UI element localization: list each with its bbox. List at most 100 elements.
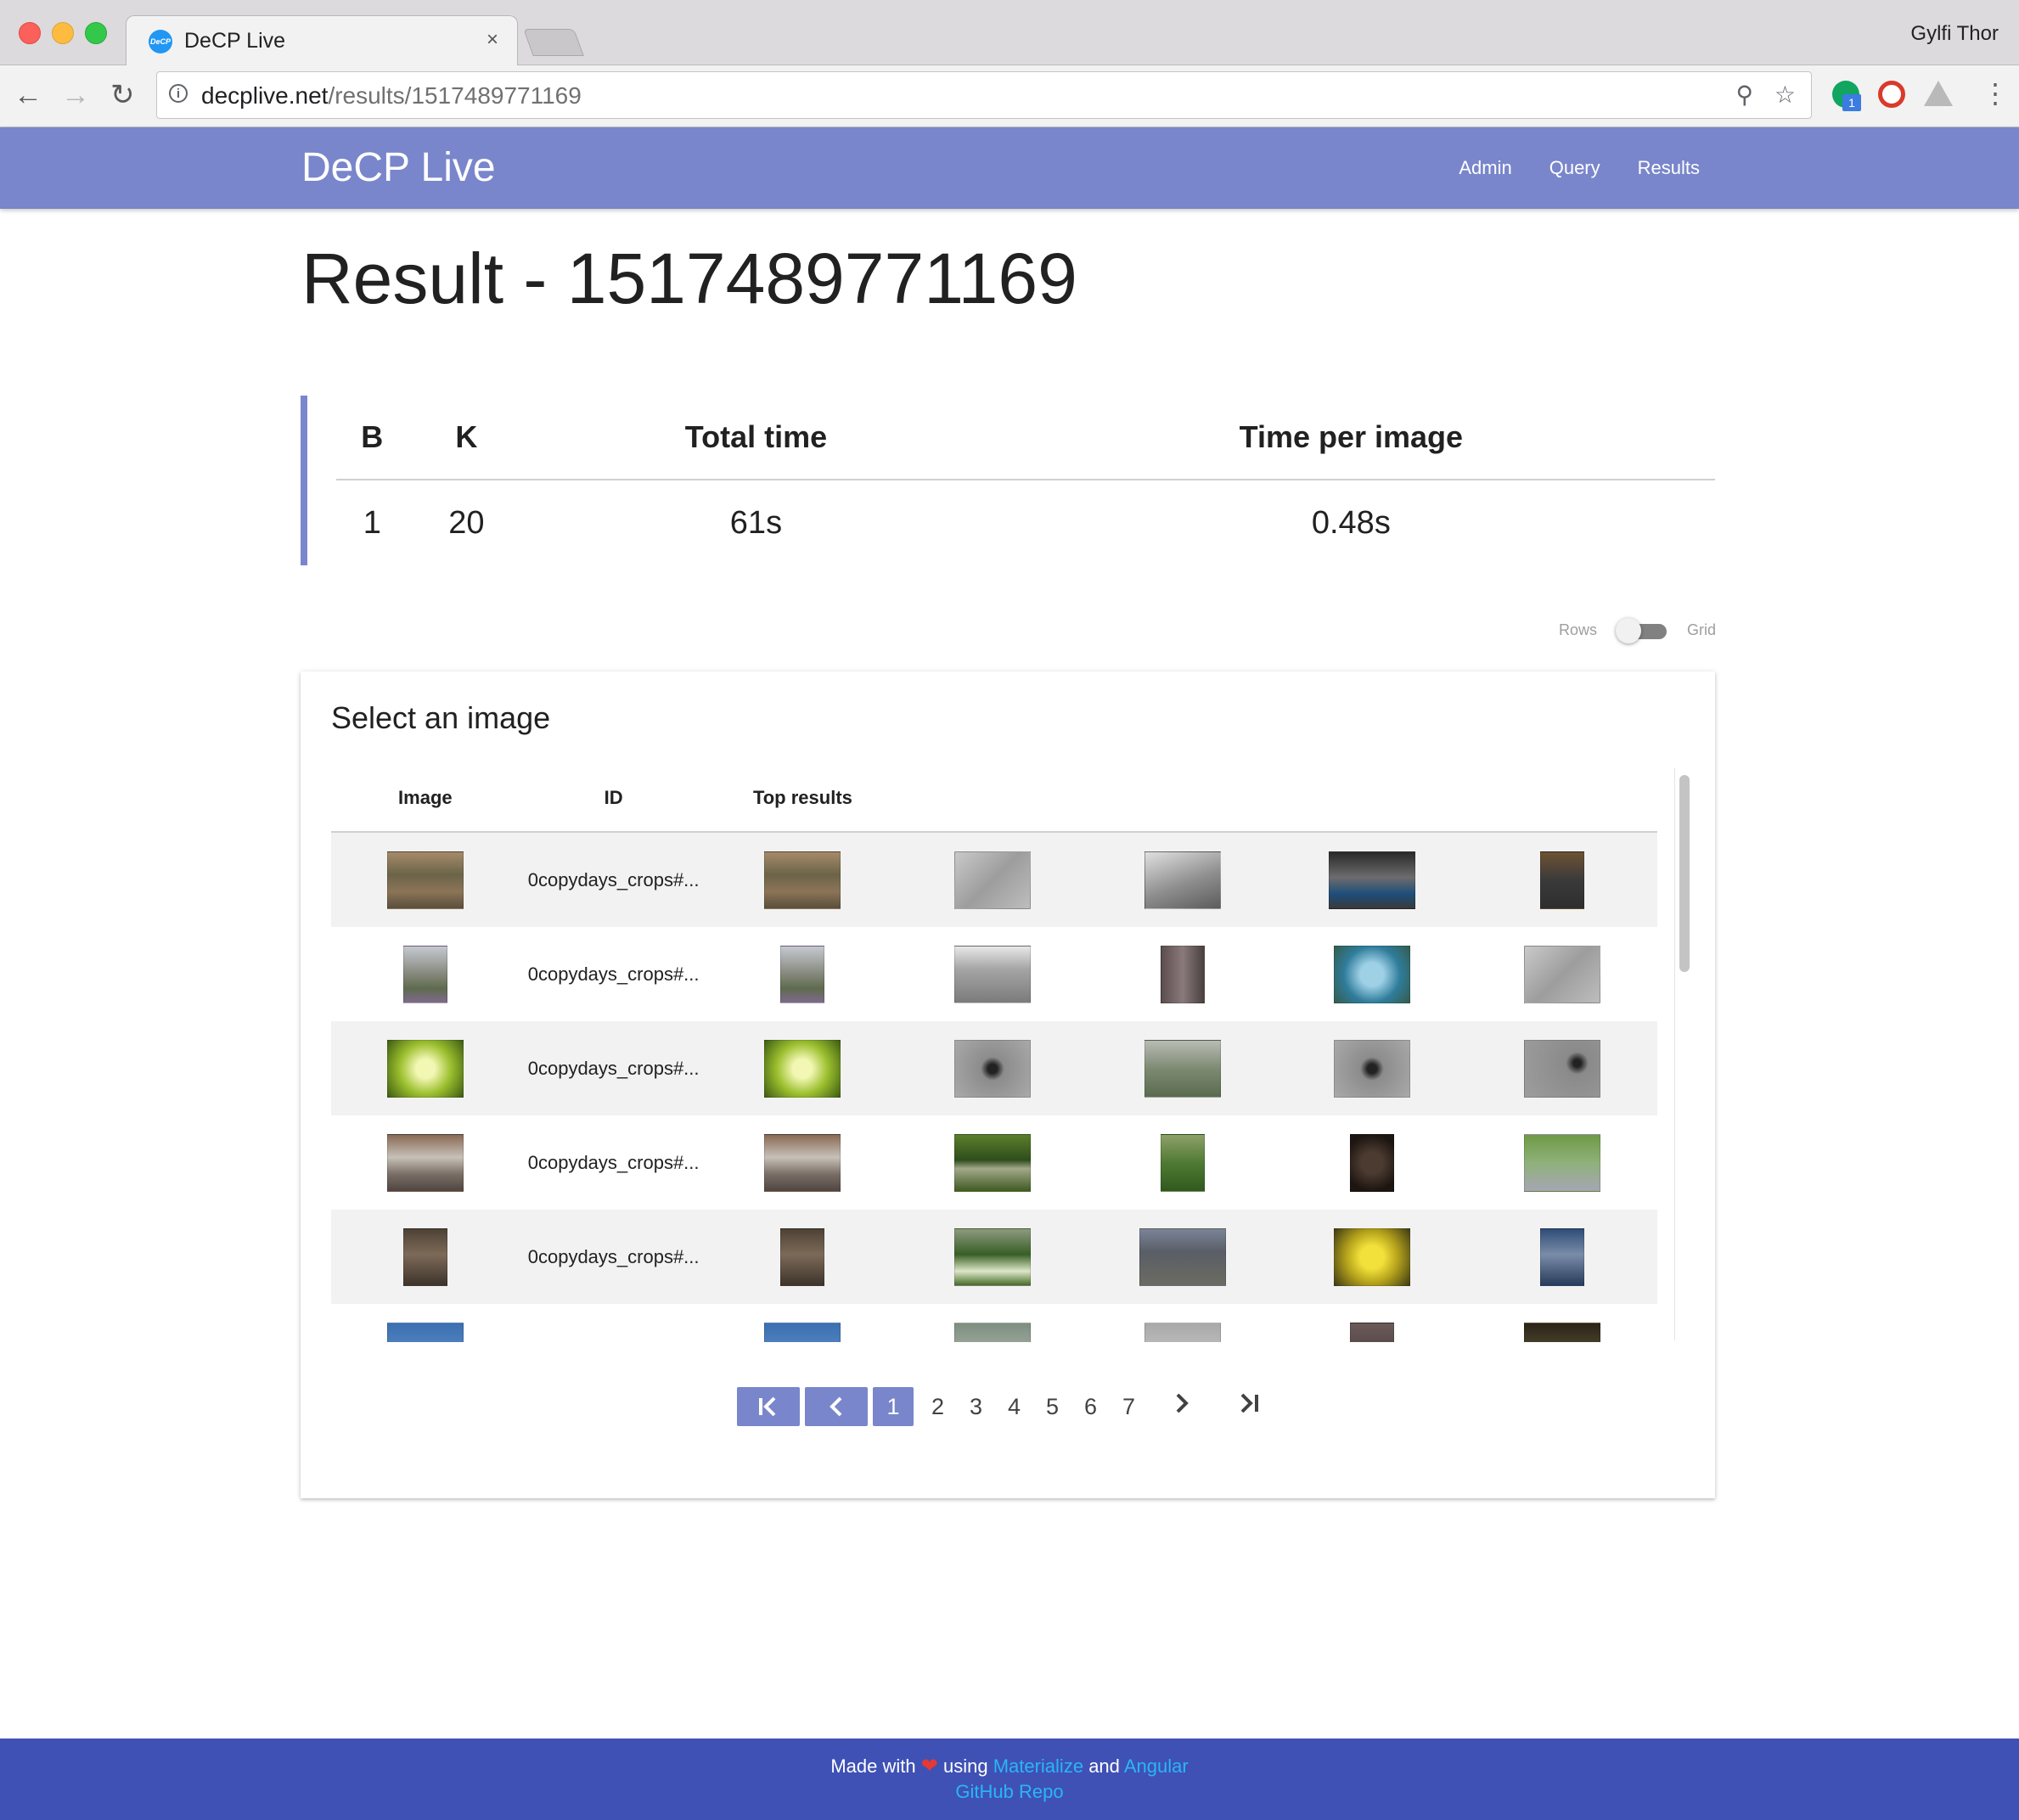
browser-menu-icon[interactable]: ⋮ [1982,77,2009,110]
heart-icon: ❤ [920,1755,938,1778]
result-thumbnail[interactable] [1540,851,1585,909]
first-page-icon [759,1396,776,1417]
rows-grid-switch[interactable] [1616,618,1668,643]
tab-title: DeCP Live [184,29,286,53]
result-thumbnail[interactable] [764,851,841,909]
result-thumbnail[interactable] [1144,1039,1221,1098]
drive-icon[interactable] [1924,81,1953,106]
result-thumbnail[interactable] [1334,945,1411,1003]
close-window-button[interactable] [19,22,41,44]
page-button[interactable]: 2 [919,1394,957,1420]
next-page-button[interactable] [1148,1392,1216,1421]
table-row[interactable]: 0copydays_crops#... [331,1115,1657,1210]
result-thumbnail[interactable] [1139,1227,1226,1286]
page-button[interactable]: 6 [1071,1394,1110,1420]
url-path: /results/1517489771169 [328,82,582,109]
reload-icon[interactable]: ↻ [110,79,135,111]
nav-admin[interactable]: Admin [1459,157,1511,179]
first-page-button[interactable] [737,1387,800,1426]
zoom-icon[interactable]: ⚲ [1735,81,1753,109]
forward-arrow-icon[interactable]: → [61,79,90,111]
query-image-thumbnail[interactable] [386,851,464,909]
stats-value-b: 1 [363,504,381,541]
info-icon[interactable]: i [169,84,188,103]
page-title: Result - 1517489771169 [301,239,1077,318]
page-button[interactable]: 5 [1033,1394,1071,1420]
page-button[interactable]: 3 [957,1394,995,1420]
query-image-thumbnail[interactable] [386,1322,464,1342]
page-button-current[interactable]: 1 [873,1387,914,1426]
bookmark-star-icon[interactable]: ☆ [1774,81,1796,109]
result-thumbnail[interactable] [954,1227,1032,1286]
image-id: 0copydays_crops#... [527,1057,700,1079]
page-button[interactable]: 4 [995,1394,1033,1420]
browser-tab[interactable]: DeCP DeCP Live × [126,15,518,65]
result-thumbnail[interactable] [1524,1322,1601,1342]
back-arrow-icon[interactable]: ← [14,79,42,111]
column-header-image: Image [331,765,520,833]
result-thumbnail[interactable] [1334,1039,1411,1098]
table-row[interactable]: 0copydays_crops#... [331,1210,1657,1304]
minimize-window-button[interactable] [52,22,74,44]
browser-toolbar: ← → ↻ i decplive.net/results/15174897711… [0,65,2019,127]
result-thumbnail[interactable] [1144,1322,1221,1342]
decp-favicon-icon: DeCP [149,30,172,53]
last-page-button[interactable] [1216,1392,1284,1421]
query-image-thumbnail[interactable] [386,1133,464,1192]
profile-name[interactable]: Gylfi Thor [1910,22,1999,46]
result-thumbnail[interactable] [954,851,1032,909]
angular-link[interactable]: Angular [1124,1755,1189,1777]
nav-query[interactable]: Query [1549,157,1600,179]
result-thumbnail[interactable] [764,1322,841,1342]
page-button[interactable]: 7 [1110,1394,1148,1420]
result-thumbnail[interactable] [1350,1133,1395,1192]
result-thumbnail[interactable] [1334,1227,1411,1286]
stats-header-b: B [336,396,408,480]
result-thumbnail[interactable] [1350,1322,1395,1342]
table-row[interactable]: 0copydays_crops#... [331,1021,1657,1115]
table-row[interactable]: 0copydays_crops#... [331,927,1657,1021]
maximize-window-button[interactable] [85,22,107,44]
brand-logo[interactable]: DeCP Live [301,144,496,191]
result-thumbnail[interactable] [954,945,1032,1003]
address-bar[interactable]: i decplive.net/results/1517489771169 ⚲ ☆ [156,71,1812,119]
result-thumbnail[interactable] [1524,945,1601,1003]
result-thumbnail[interactable] [1524,1133,1601,1192]
result-thumbnail[interactable] [1160,945,1205,1003]
results-table-container[interactable]: Image ID Top results 0copydays_crops#... [331,765,1657,1342]
chevron-right-icon [1176,1393,1189,1413]
result-thumbnail[interactable] [1160,1133,1205,1192]
materialize-link[interactable]: Materialize [993,1755,1083,1777]
table-row[interactable]: 0copydays_crops#... [331,832,1657,927]
new-tab-button[interactable] [523,29,584,56]
result-thumbnail[interactable] [954,1322,1032,1342]
result-thumbnail[interactable] [1144,851,1221,909]
url-text[interactable]: decplive.net/results/1517489771169 [201,82,582,110]
result-thumbnail[interactable] [1540,1227,1585,1286]
query-image-thumbnail[interactable] [402,945,447,1003]
result-thumbnail[interactable] [954,1039,1032,1098]
adblock-icon[interactable] [1878,81,1905,108]
result-thumbnail[interactable] [1524,1039,1601,1098]
github-repo-link[interactable]: GitHub Repo [955,1781,1063,1802]
result-thumbnail[interactable] [780,1227,825,1286]
view-toggle: Rows Grid [1559,618,1716,643]
stats-table: B K Total time Time per image 1 20 61s 0… [336,396,1715,565]
footer-and: and [1088,1755,1120,1777]
result-thumbnail[interactable] [954,1133,1032,1192]
result-thumbnail[interactable] [764,1039,841,1098]
last-page-icon [1240,1393,1258,1413]
nav-results[interactable]: Results [1638,157,1700,179]
result-thumbnail[interactable] [764,1133,841,1192]
result-thumbnail[interactable] [1329,851,1416,909]
query-image-thumbnail[interactable] [386,1039,464,1098]
query-image-thumbnail[interactable] [402,1227,447,1286]
column-header-id: ID [519,765,708,833]
previous-page-button[interactable] [805,1387,868,1426]
switch-knob[interactable] [1616,618,1642,643]
scrollbar-thumb[interactable] [1679,775,1690,972]
result-thumbnail[interactable] [780,945,825,1003]
close-tab-icon[interactable]: × [486,28,498,52]
table-scrollbar[interactable] [1674,768,1692,1340]
table-row[interactable] [331,1304,1657,1342]
